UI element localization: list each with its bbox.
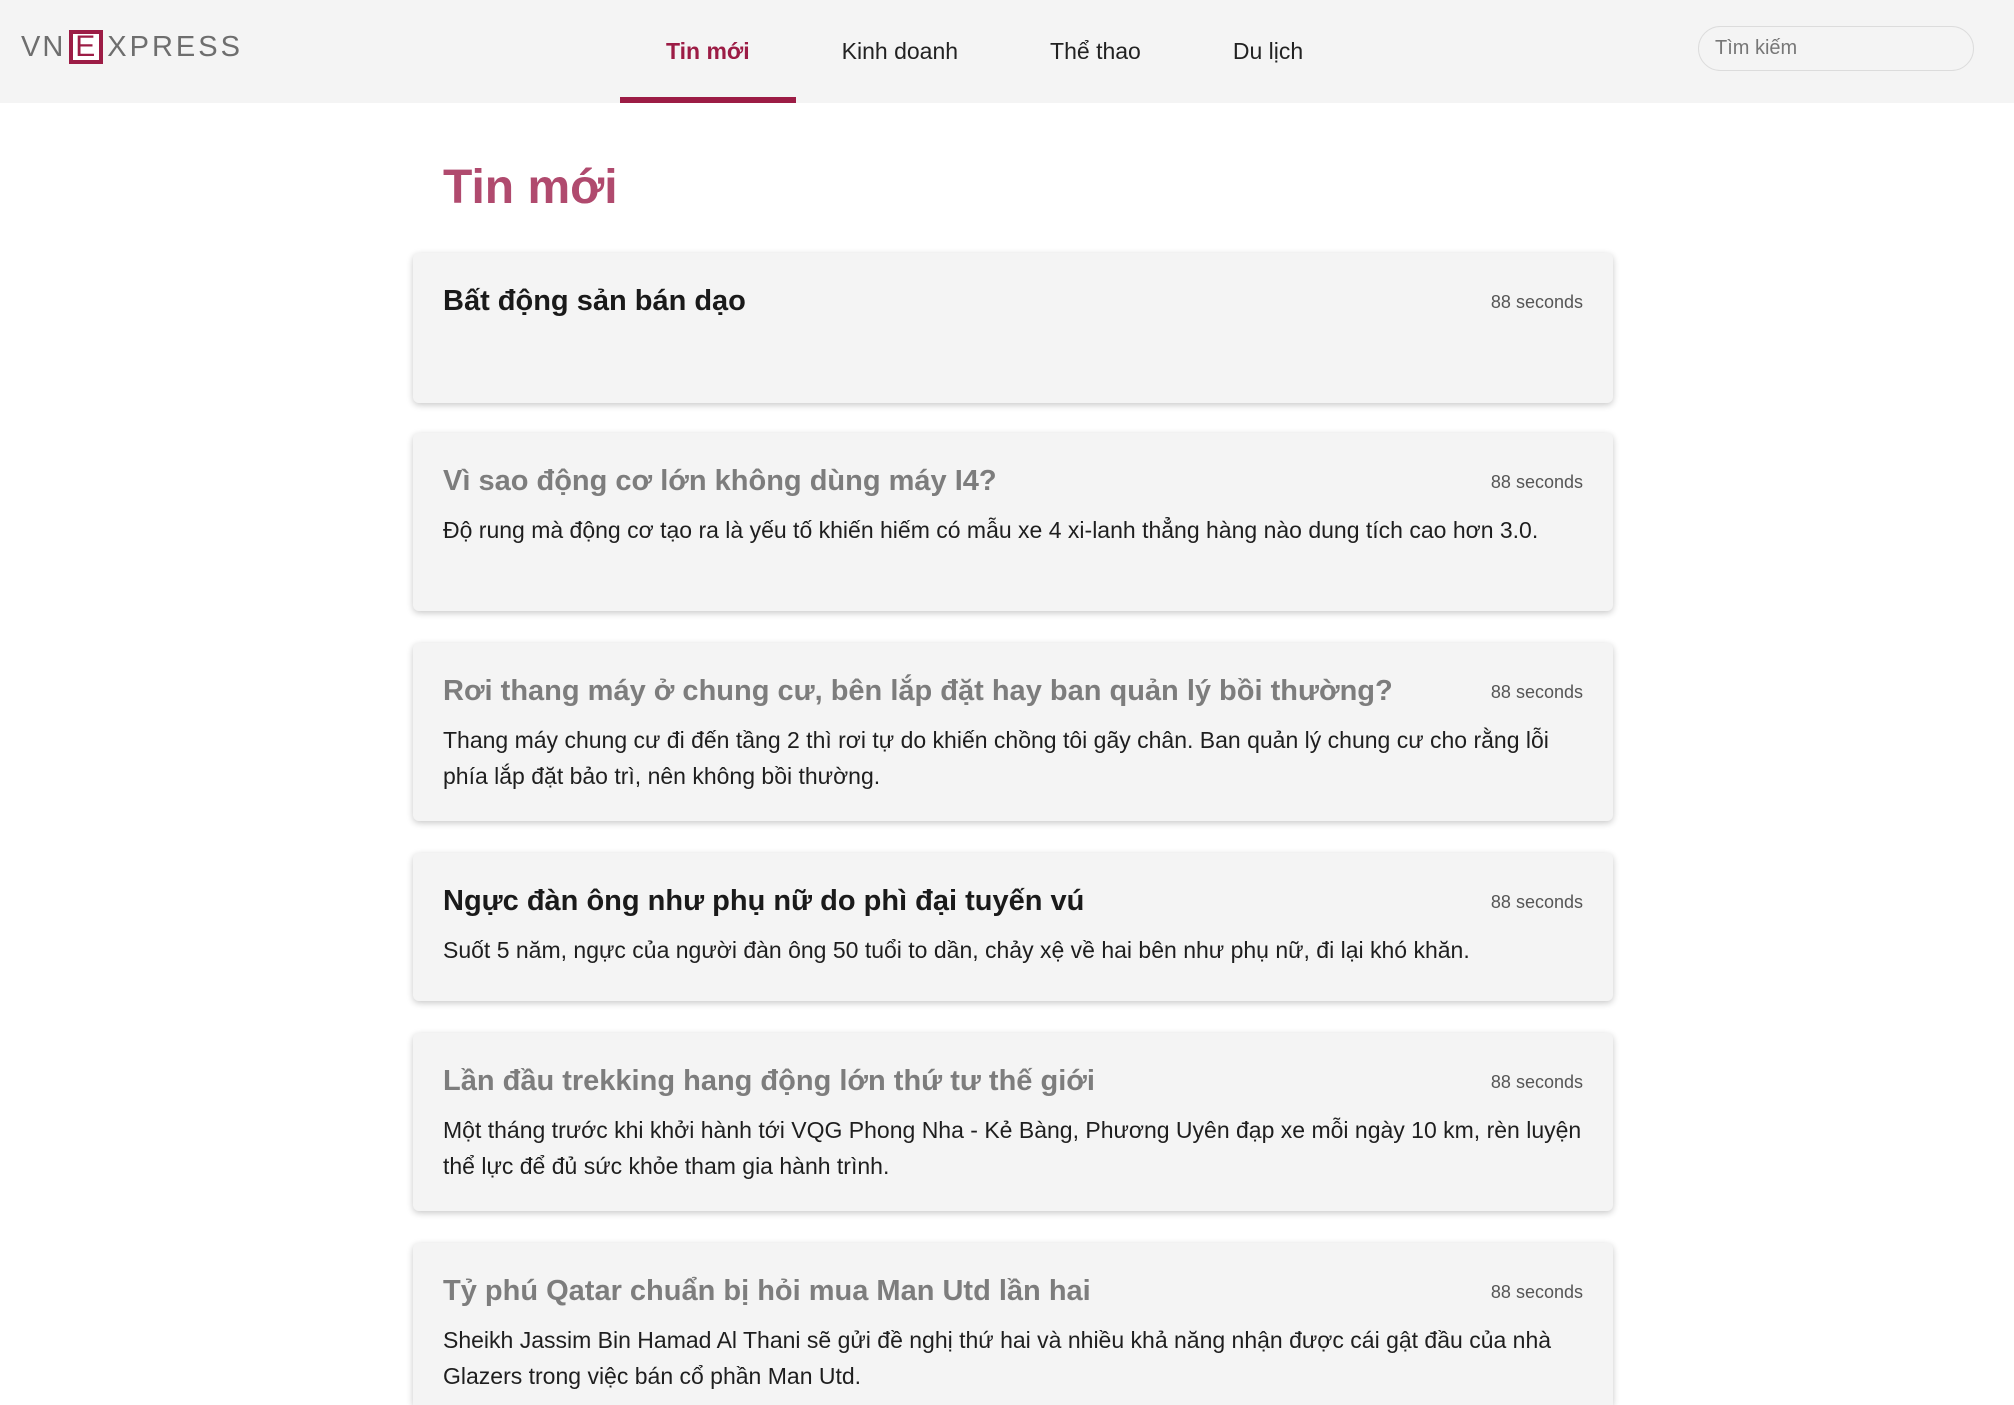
article-time: 88 seconds [1490, 1072, 1583, 1092]
vnexpress-logo[interactable]: VN E XPRESS [21, 28, 243, 66]
article-time: 88 seconds [1490, 292, 1583, 312]
article-title[interactable]: Lần đầu trekking hang động lớn thứ tư th… [443, 1063, 1583, 1099]
article-card[interactable]: Bất động sản bán dạo 88 seconds [413, 253, 1613, 403]
article-card[interactable]: Lần đầu trekking hang động lớn thứ tư th… [413, 1033, 1613, 1211]
nav-item-kinh-doanh[interactable]: Kinh doanh [796, 0, 1004, 103]
article-title[interactable]: Tỷ phú Qatar chuẩn bị hỏi mua Man Utd lầ… [443, 1273, 1583, 1309]
page-title: Tin mới [443, 161, 618, 214]
nav-item-tin-moi[interactable]: Tin mới [620, 0, 796, 103]
article-description: Suốt 5 năm, ngực của người đàn ông 50 tu… [443, 937, 1470, 963]
article-card[interactable]: Rơi thang máy ở chung cư, bên lắp đặt ha… [413, 643, 1613, 821]
article-description: Thang máy chung cư đi đến tầng 2 thì rơi… [443, 727, 1549, 789]
article-title[interactable]: Rơi thang máy ở chung cư, bên lắp đặt ha… [443, 673, 1583, 709]
article-card[interactable]: Ngực đàn ông như phụ nữ do phì đại tuyến… [413, 853, 1613, 1001]
article-description: Sheikh Jassim Bin Hamad Al Thani sẽ gửi … [443, 1327, 1552, 1389]
nav-item-the-thao[interactable]: Thể thao [1004, 0, 1187, 103]
top-bar: VN E XPRESS Tin mới Kinh doanh Thể thao … [0, 0, 2014, 103]
logo-xpress: XPRESS [107, 30, 243, 63]
article-card[interactable]: Tỷ phú Qatar chuẩn bị hỏi mua Man Utd lầ… [413, 1243, 1613, 1405]
article-time: 88 seconds [1490, 892, 1583, 912]
main-nav: Tin mới Kinh doanh Thể thao Du lịch [620, 0, 1349, 103]
article-time: 88 seconds [1490, 1282, 1583, 1302]
logo-e-mark: E [69, 30, 104, 64]
article-title[interactable]: Bất động sản bán dạo [443, 283, 1583, 319]
article-description: Độ rung mà động cơ tạo ra là yếu tố khiế… [443, 517, 1539, 543]
article-title[interactable]: Ngực đàn ông như phụ nữ do phì đại tuyến… [443, 883, 1583, 919]
logo-vn: VN [21, 30, 66, 63]
article-time: 88 seconds [1490, 472, 1583, 492]
article-title[interactable]: Vì sao động cơ lớn không dùng máy I4? [443, 463, 1583, 499]
article-time: 88 seconds [1490, 682, 1583, 702]
article-description: Một tháng trước khi khởi hành tới VQG Ph… [443, 1117, 1582, 1179]
article-card[interactable]: Vì sao động cơ lớn không dùng máy I4? 88… [413, 433, 1613, 611]
nav-item-du-lich[interactable]: Du lịch [1187, 0, 1349, 103]
search-input[interactable] [1698, 26, 1974, 71]
